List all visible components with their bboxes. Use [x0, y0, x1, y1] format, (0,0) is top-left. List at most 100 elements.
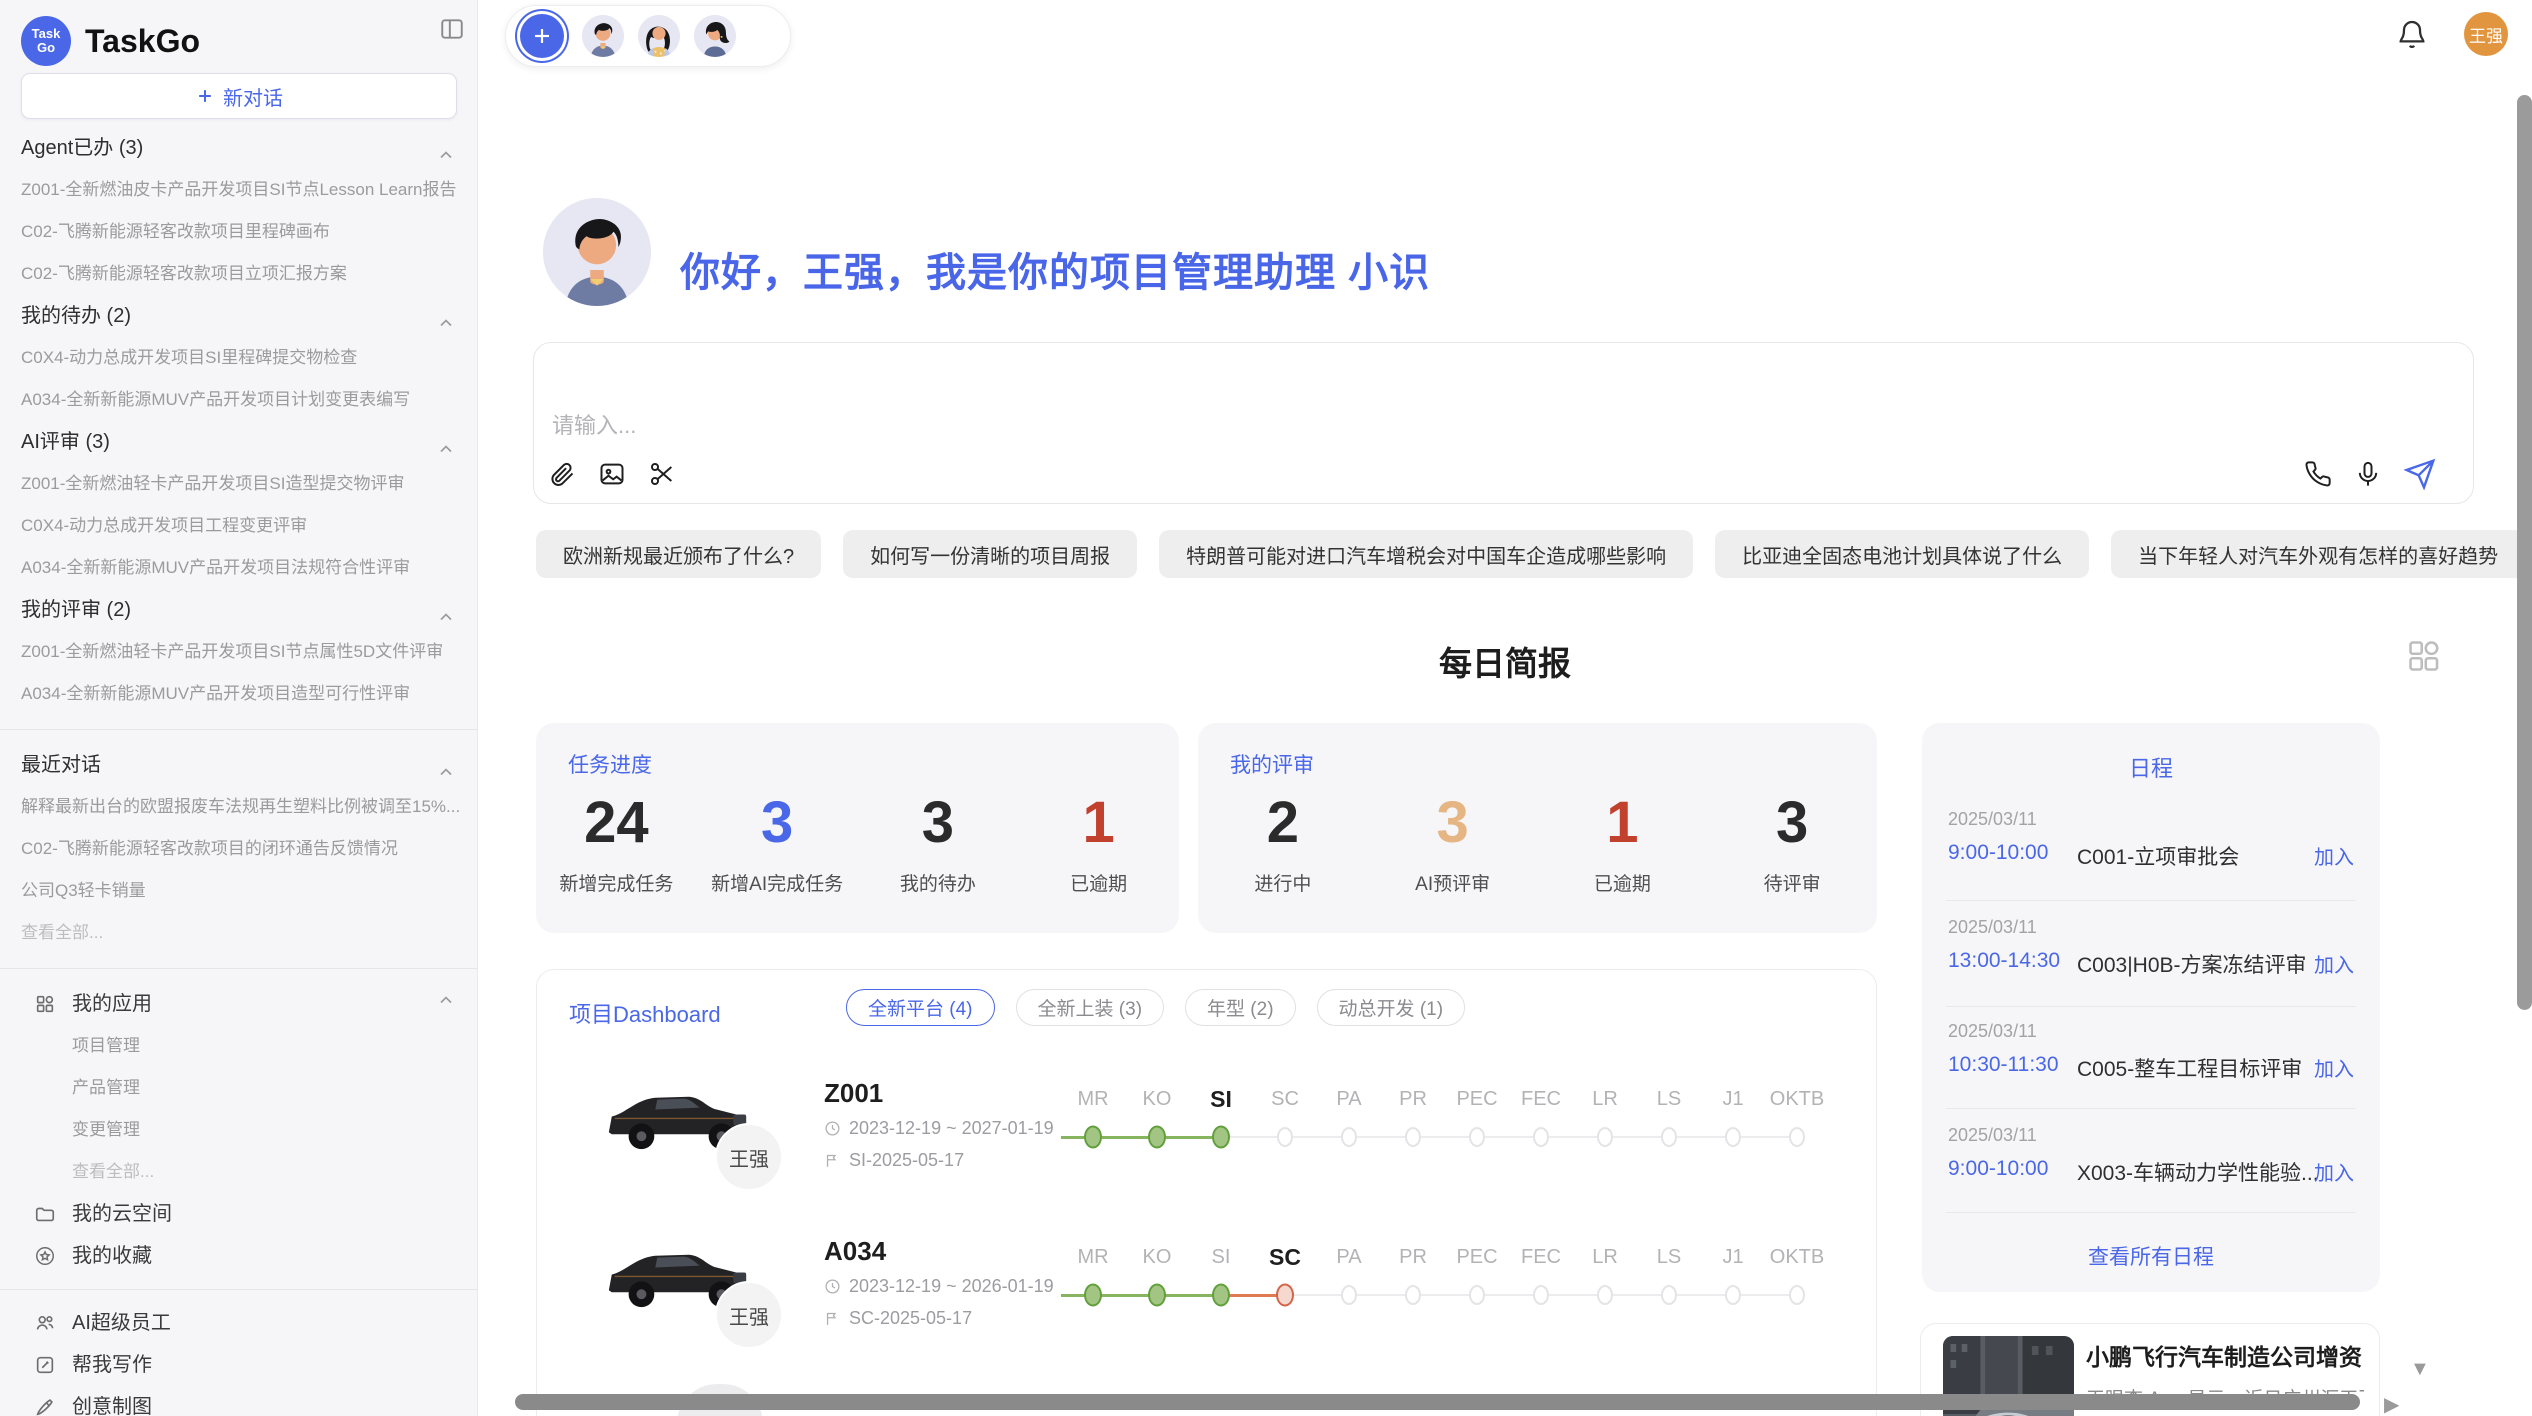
suggestion-chip[interactable]: 比亚迪全固态电池计划具体说了什么 — [1715, 530, 2089, 578]
sidebar-item-help-write[interactable]: 帮我写作 — [0, 1344, 478, 1386]
suggestion-chip[interactable]: 当下年轻人对汽车外观有怎样的喜好趋势 — [2111, 530, 2525, 578]
assistant-avatar-woman-2[interactable] — [692, 13, 738, 59]
sidebar-item-project-mgmt[interactable]: 项目管理 — [0, 1025, 478, 1067]
attachment-icon[interactable] — [548, 460, 576, 488]
chat-input-box[interactable] — [533, 342, 2474, 504]
view-all-apps[interactable]: 查看全部... — [0, 1151, 478, 1193]
horizontal-scrollbar[interactable] — [515, 1394, 2360, 1410]
milestone-dot-done[interactable] — [1212, 1284, 1230, 1307]
milestone-dot[interactable] — [1725, 1285, 1741, 1305]
list-item[interactable]: A034-全新新能源MUV产品开发项目计划变更表编写 — [0, 379, 478, 421]
milestone-dot[interactable] — [1469, 1127, 1485, 1147]
list-item[interactable]: Z001-全新燃油轻卡产品开发项目SI造型提交物评审 — [0, 463, 478, 505]
view-all-schedule-link[interactable]: 查看所有日程 — [1922, 1241, 2380, 1271]
milestone-dot[interactable] — [1533, 1127, 1549, 1147]
milestone-dot-done[interactable] — [1148, 1126, 1166, 1149]
scissors-icon[interactable] — [648, 460, 676, 488]
tab-new-platform[interactable]: 全新平台 (4) — [846, 989, 995, 1026]
section-ai-review[interactable]: AI评审 (3) — [0, 421, 478, 463]
section-my-review[interactable]: 我的评审 (2) — [0, 589, 478, 631]
milestone-dot[interactable] — [1469, 1285, 1485, 1305]
project-code[interactable]: Z001 — [824, 1078, 883, 1109]
tab-new-body[interactable]: 全新上装 (3) — [1016, 989, 1165, 1026]
section-agent-done[interactable]: Agent已办 (3) — [0, 127, 478, 169]
phone-call-icon[interactable] — [2304, 460, 2332, 488]
list-item[interactable]: C02-飞腾新能源轻客改款项目立项汇报方案 — [0, 253, 478, 295]
list-item[interactable]: A034-全新新能源MUV产品开发项目造型可行性评审 — [0, 673, 478, 715]
milestone-dot[interactable] — [1597, 1127, 1613, 1147]
user-avatar[interactable]: 王强 — [2464, 12, 2508, 56]
milestone-dot[interactable] — [1661, 1127, 1677, 1147]
milestone-dot-done[interactable] — [1084, 1126, 1102, 1149]
suggestion-chip[interactable]: 如何写一份清晰的项目周报 — [843, 530, 1137, 578]
milestone-dot-overdue[interactable] — [1276, 1284, 1294, 1307]
sidebar-item-my-apps[interactable]: 我的应用 — [0, 983, 478, 1025]
milestone-dot[interactable] — [1341, 1285, 1357, 1305]
view-all-chats[interactable]: 查看全部... — [0, 912, 478, 954]
milestone-label: FEC — [1521, 1244, 1561, 1270]
milestone-dot[interactable] — [1405, 1285, 1421, 1305]
chevron-up-icon[interactable] — [436, 306, 456, 337]
milestone-dot[interactable] — [1597, 1285, 1613, 1305]
notification-bell-icon[interactable] — [2396, 18, 2428, 50]
chevron-up-icon[interactable] — [436, 138, 456, 169]
milestone-dot[interactable] — [1789, 1285, 1805, 1305]
milestone-dot[interactable] — [1789, 1127, 1805, 1147]
microphone-icon[interactable] — [2354, 460, 2382, 488]
send-icon[interactable] — [2404, 458, 2436, 490]
add-assistant-button[interactable] — [520, 14, 564, 58]
chevron-up-icon[interactable] — [436, 983, 456, 1025]
list-item[interactable]: C02-飞腾新能源轻客改款项目里程碑画布 — [0, 211, 478, 253]
sidebar-item-product-mgmt[interactable]: 产品管理 — [0, 1067, 478, 1109]
new-chat-button[interactable]: 新对话 — [21, 73, 457, 119]
milestone-dot[interactable] — [1277, 1127, 1293, 1147]
suggestion-chip[interactable]: 欧洲新规最近颁布了什么? — [536, 530, 821, 578]
vertical-scrollbar[interactable] — [2517, 95, 2532, 1010]
chevron-up-icon[interactable] — [436, 432, 456, 463]
milestone-label: PA — [1336, 1244, 1361, 1270]
suggestion-chip[interactable]: 特朗普可能对进口汽车增税会对中国车企造成哪些影响 — [1159, 530, 1693, 578]
section-recent-chats[interactable]: 最近对话 — [0, 744, 478, 786]
milestone-dot[interactable] — [1725, 1127, 1741, 1147]
chevron-up-icon[interactable] — [436, 755, 456, 786]
list-item[interactable]: 解释最新出台的欧盟报废车法规再生塑料比例被调至15%... — [0, 786, 478, 828]
sidebar-collapse-icon[interactable] — [435, 12, 469, 46]
list-item[interactable]: Z001-全新燃油皮卡产品开发项目SI节点Lesson Learn报告 — [0, 169, 478, 211]
layout-grid-icon[interactable] — [2406, 638, 2442, 674]
sidebar-item-creative-draw[interactable]: 创意制图 — [0, 1386, 478, 1416]
milestone-dot[interactable] — [1533, 1285, 1549, 1305]
tab-powertrain[interactable]: 动总开发 (1) — [1317, 989, 1466, 1026]
scroll-down-arrow[interactable]: ▼ — [2410, 1358, 2430, 1381]
scroll-right-arrow[interactable]: ▶ — [2384, 1392, 2399, 1416]
milestone-dot-done[interactable] — [1084, 1284, 1102, 1307]
join-link[interactable]: 加入 — [2314, 841, 2354, 870]
join-link[interactable]: 加入 — [2314, 1157, 2354, 1186]
chevron-up-icon[interactable] — [436, 600, 456, 631]
milestone-label: LR — [1592, 1244, 1618, 1270]
sidebar-item-cloud-space[interactable]: 我的云空间 — [0, 1193, 478, 1235]
milestone-dot[interactable] — [1405, 1127, 1421, 1147]
assistant-avatar-man[interactable] — [580, 13, 626, 59]
list-item[interactable]: Z001-全新燃油轻卡产品开发项目SI节点属性5D文件评审 — [0, 631, 478, 673]
list-item[interactable]: C0X4-动力总成开发项目工程变更评审 — [0, 505, 478, 547]
sidebar-item-change-mgmt[interactable]: 变更管理 — [0, 1109, 478, 1151]
milestone-label: LS — [1657, 1244, 1681, 1270]
sidebar-item-favorites[interactable]: 我的收藏 — [0, 1235, 478, 1277]
list-item[interactable]: A034-全新新能源MUV产品开发项目法规符合性评审 — [0, 547, 478, 589]
join-link[interactable]: 加入 — [2314, 949, 2354, 978]
milestone-dot-done[interactable] — [1148, 1284, 1166, 1307]
list-item[interactable]: C0X4-动力总成开发项目SI里程碑提交物检查 — [0, 337, 478, 379]
tab-model-year[interactable]: 年型 (2) — [1185, 989, 1296, 1026]
join-link[interactable]: 加入 — [2314, 1053, 2354, 1082]
list-item[interactable]: 公司Q3轻卡销量 — [0, 870, 478, 912]
section-my-todo[interactable]: 我的待办 (2) — [0, 295, 478, 337]
milestone-dot[interactable] — [1661, 1285, 1677, 1305]
assistant-avatar-woman-1[interactable] — [636, 13, 682, 59]
people-icon — [34, 1312, 56, 1334]
list-item[interactable]: C02-飞腾新能源轻客改款项目的闭环通告反馈情况 — [0, 828, 478, 870]
sidebar-item-ai-super-staff[interactable]: AI超级员工 — [0, 1302, 478, 1344]
project-code[interactable]: A034 — [824, 1236, 886, 1267]
milestone-dot[interactable] — [1341, 1127, 1357, 1147]
milestone-dot-done[interactable] — [1212, 1126, 1230, 1149]
image-icon[interactable] — [598, 460, 626, 488]
